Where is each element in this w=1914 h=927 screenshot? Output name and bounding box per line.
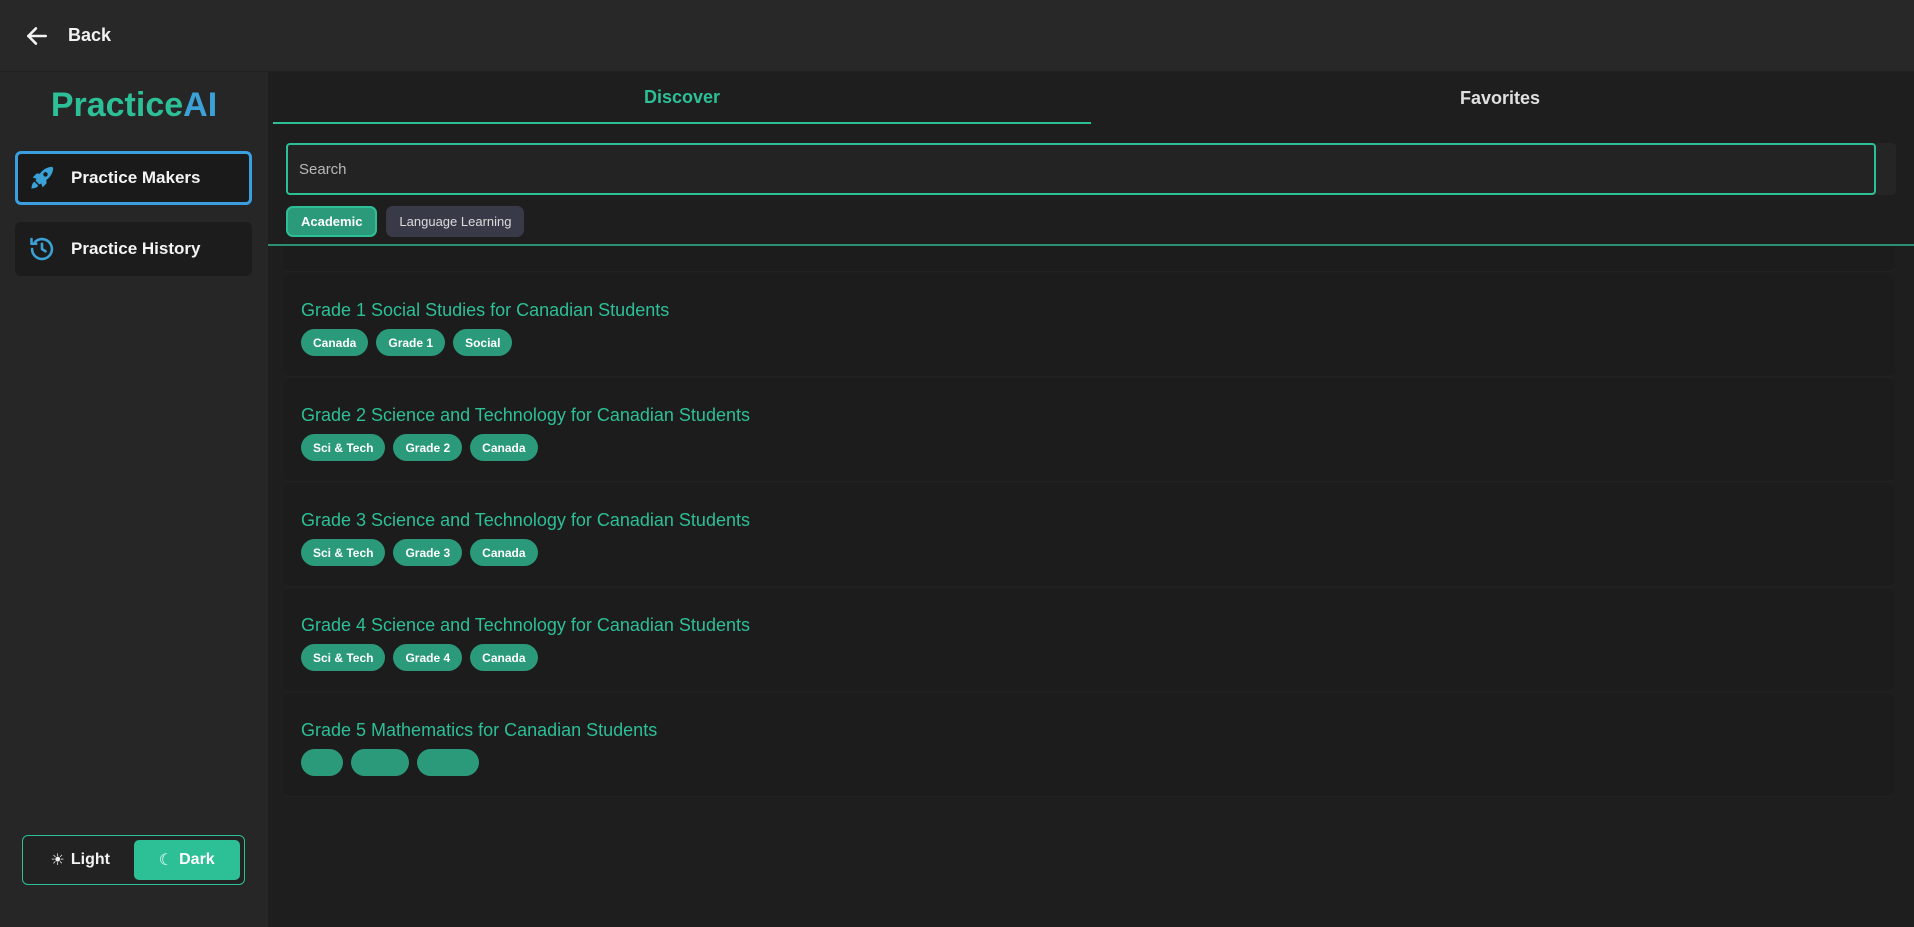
theme-toggle: ☀ Light ☾ Dark bbox=[22, 835, 245, 885]
brand-text-ai: AI bbox=[183, 86, 218, 124]
theme-light-label: Light bbox=[70, 851, 110, 868]
card-title[interactable]: Grade 4 Science and Technology for Canad… bbox=[301, 615, 750, 636]
tab-favorites[interactable]: Favorites bbox=[1091, 72, 1909, 124]
theme-dark-label: Dark bbox=[179, 851, 215, 868]
theme-light-option[interactable]: ☀ Light bbox=[27, 840, 134, 880]
tag-badge: Canada bbox=[470, 434, 538, 461]
card-tags: Canada Grade 1 Social bbox=[301, 329, 513, 356]
sidebar-item-practice-history[interactable]: Practice History bbox=[15, 222, 252, 276]
tag-badge: Canada bbox=[470, 539, 538, 566]
tag-badge: Social bbox=[453, 329, 513, 356]
list-item[interactable]: Grade 3 Science and Technology for Canad… bbox=[283, 484, 1895, 587]
tag-badge bbox=[351, 749, 409, 776]
tab-bar: Discover Favorites bbox=[273, 72, 1909, 124]
tag-badge bbox=[301, 749, 343, 776]
card-tags: Sci & Tech Grade 2 Canada bbox=[301, 434, 538, 461]
sun-icon: ☀ bbox=[50, 852, 65, 869]
tag-badge: Grade 3 bbox=[393, 539, 463, 566]
sidebar-item-label: Practice History bbox=[71, 239, 201, 258]
tag-badge bbox=[417, 749, 479, 776]
main-content: Discover Favorites Academic Language Lea… bbox=[268, 72, 1914, 927]
list-item bbox=[283, 246, 1895, 272]
tab-discover[interactable]: Discover bbox=[273, 72, 1091, 124]
top-bar: Back bbox=[0, 0, 1914, 72]
brand-text: Practice bbox=[50, 86, 184, 124]
history-icon bbox=[27, 234, 57, 264]
sidebar-item-label: Practice Makers bbox=[71, 168, 201, 187]
card-tags: Sci & Tech Grade 4 Canada bbox=[301, 644, 538, 671]
arrow-left-icon bbox=[27, 26, 47, 45]
tag-badge: Sci & Tech bbox=[301, 644, 386, 671]
tag-badge: Sci & Tech bbox=[301, 539, 386, 566]
filter-academic[interactable]: Academic bbox=[286, 206, 378, 237]
tag-badge: Grade 2 bbox=[393, 434, 463, 461]
sidebar-item-practice-makers[interactable]: Practice Makers bbox=[15, 151, 252, 205]
card-tags bbox=[301, 749, 479, 776]
search-input[interactable] bbox=[286, 143, 1876, 195]
list-item[interactable]: Grade 5 Mathematics for Canadian Student… bbox=[283, 694, 1895, 797]
tag-badge: Grade 4 bbox=[393, 644, 463, 671]
category-filters: Academic Language Learning bbox=[286, 206, 525, 237]
tag-badge: Canada bbox=[301, 329, 369, 356]
list-item[interactable]: Grade 1 Social Studies for Canadian Stud… bbox=[283, 274, 1895, 377]
card-title[interactable]: Grade 5 Mathematics for Canadian Student… bbox=[301, 720, 657, 741]
tag-badge: Sci & Tech bbox=[301, 434, 386, 461]
card-title[interactable]: Grade 3 Science and Technology for Canad… bbox=[301, 510, 750, 531]
practice-list[interactable]: Grade 1 Social Studies for Canadian Stud… bbox=[283, 246, 1895, 834]
search-container bbox=[286, 143, 1896, 195]
card-title[interactable]: Grade 2 Science and Technology for Canad… bbox=[301, 405, 750, 426]
tag-badge: Canada bbox=[470, 644, 538, 671]
rocket-icon bbox=[27, 163, 57, 193]
card-title[interactable]: Grade 1 Social Studies for Canadian Stud… bbox=[301, 300, 669, 321]
theme-dark-option[interactable]: ☾ Dark bbox=[133, 840, 240, 880]
brand-logo: PracticeAI bbox=[0, 86, 268, 125]
back-button[interactable]: Back bbox=[24, 23, 111, 49]
moon-icon: ☾ bbox=[158, 852, 174, 869]
filter-language-learning[interactable]: Language Learning bbox=[386, 206, 525, 237]
list-item[interactable]: Grade 4 Science and Technology for Canad… bbox=[283, 589, 1895, 692]
card-tags: Sci & Tech Grade 3 Canada bbox=[301, 539, 538, 566]
list-item[interactable]: Grade 2 Science and Technology for Canad… bbox=[283, 379, 1895, 482]
tag-badge: Grade 1 bbox=[376, 329, 446, 356]
back-label: Back bbox=[68, 25, 112, 45]
sidebar: PracticeAI Practice Makers Practice Hist… bbox=[0, 72, 268, 927]
